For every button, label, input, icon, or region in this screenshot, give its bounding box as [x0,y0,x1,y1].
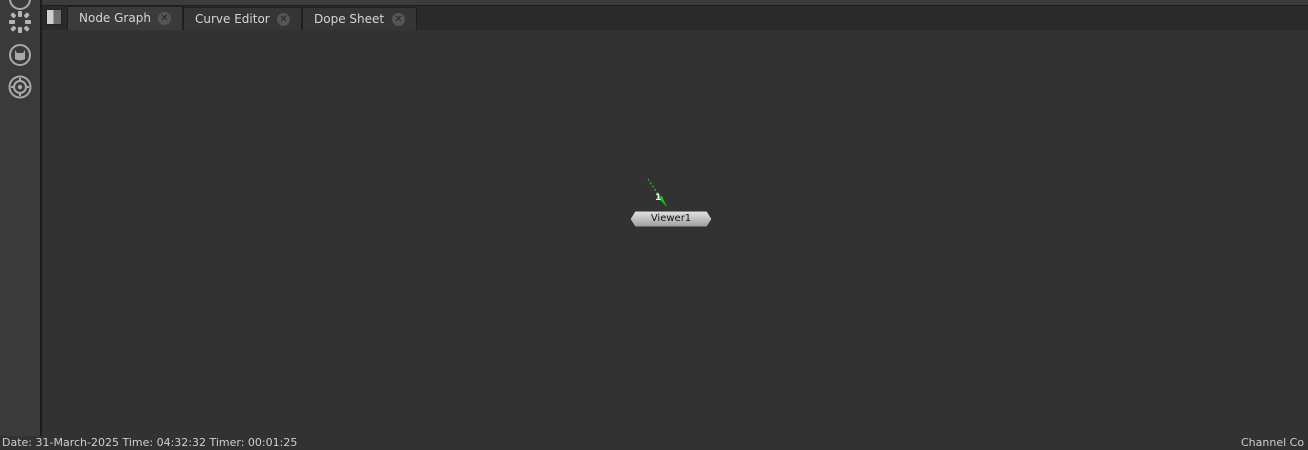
tab-bar: Node Graph ✕ Curve Editor ✕ Dope Sheet ✕ [42,6,1308,30]
tab-label: Curve Editor [195,12,270,26]
input-number: 1 [655,193,662,203]
close-icon[interactable]: ✕ [392,13,405,26]
input-arrow-icon [647,178,667,207]
close-icon[interactable]: ✕ [158,12,171,25]
node-graph-canvas[interactable]: 1 Viewer1 [42,30,1308,436]
node-label: Viewer1 [650,213,692,224]
panel-menu-icon[interactable] [46,9,62,25]
tab-label: Dope Sheet [314,12,385,26]
particles-icon[interactable] [7,9,33,35]
viewer-node[interactable]: Viewer1 [630,211,712,227]
tab-curve-editor[interactable]: Curve Editor ✕ [183,7,302,30]
close-icon[interactable]: ✕ [277,13,290,26]
tab-dope-sheet[interactable]: Dope Sheet ✕ [302,7,417,30]
tab-node-graph[interactable]: Node Graph ✕ [67,6,183,30]
status-channel-text: Channel Co [1241,436,1305,449]
status-text: Date: 31-March-2025 Time: 04:32:32 Timer… [2,436,298,449]
status-bar: Date: 31-March-2025 Time: 04:32:32 Timer… [0,436,1308,450]
tool-sidebar [0,0,42,436]
tab-label: Node Graph [79,11,151,25]
gear-ring-icon[interactable] [7,74,33,100]
cat-face-icon[interactable] [7,42,33,68]
